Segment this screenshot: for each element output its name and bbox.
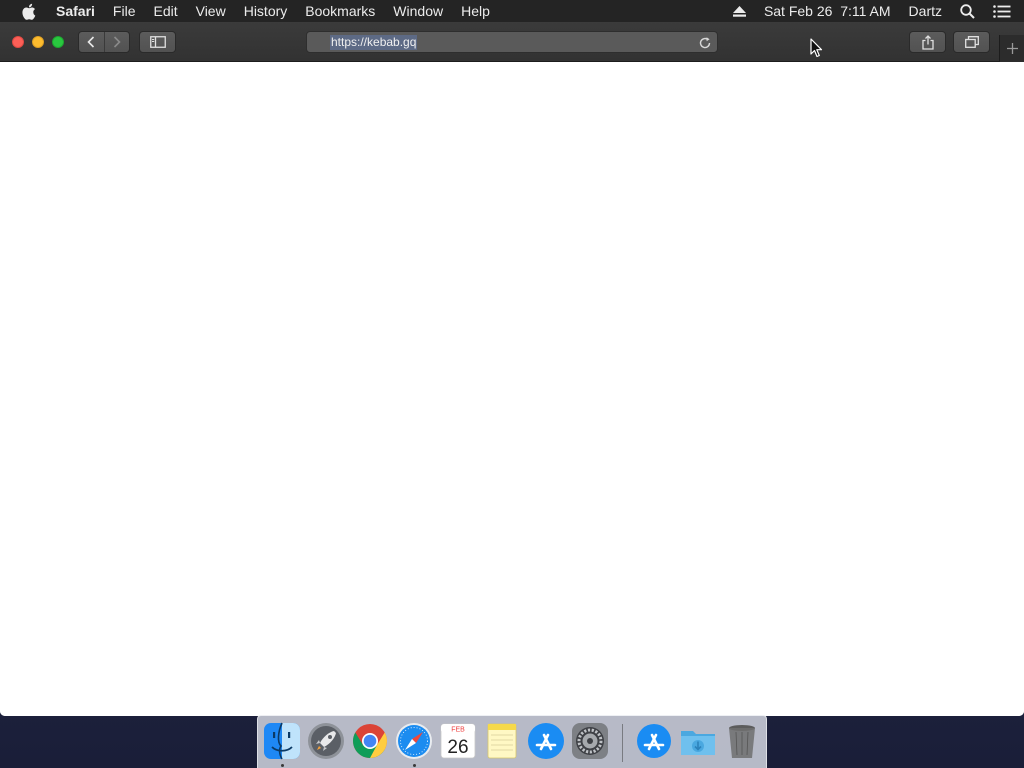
menu-app-name[interactable]: Safari [56, 0, 104, 22]
finder-icon[interactable] [263, 722, 301, 760]
search-icon[interactable] [951, 0, 984, 22]
calendar-month: FEB [451, 727, 465, 734]
downloads-folder-icon[interactable] [679, 722, 717, 760]
menu-window[interactable]: Window [384, 0, 452, 22]
chrome-icon[interactable] [351, 722, 389, 760]
list-icon[interactable] [984, 0, 1024, 22]
share-button[interactable] [909, 31, 946, 53]
trash-icon[interactable] [723, 722, 761, 760]
minimize-window-button[interactable] [32, 36, 44, 48]
browser-toolbar: https://kebab.gq [0, 22, 1024, 62]
mouse-cursor-icon [810, 38, 823, 58]
dock-separator [622, 724, 623, 762]
dock: FEB 26 [257, 715, 767, 768]
forward-button[interactable] [105, 32, 130, 52]
launchpad-icon[interactable] [307, 722, 345, 760]
menu-user[interactable]: Dartz [900, 0, 951, 22]
address-bar[interactable]: https://kebab.gq [306, 31, 718, 53]
maximize-window-button[interactable] [52, 36, 64, 48]
web-content-area[interactable] [0, 62, 1024, 716]
menu-edit[interactable]: Edit [144, 0, 186, 22]
calendar-icon[interactable]: FEB 26 [439, 722, 477, 760]
menu-help[interactable]: Help [452, 0, 499, 22]
safari-window: https://kebab.gq [0, 22, 1024, 716]
url-input[interactable]: https://kebab.gq [330, 35, 418, 50]
app-store-icon[interactable] [527, 722, 565, 760]
share-icon [921, 34, 934, 50]
apple-menu-icon[interactable] [0, 0, 56, 22]
back-button[interactable] [79, 32, 104, 52]
calendar-day: 26 [447, 737, 468, 758]
safari-running-indicator [413, 764, 416, 767]
menu-view[interactable]: View [187, 0, 235, 22]
menu-file[interactable]: File [104, 0, 145, 22]
close-window-button[interactable] [12, 36, 24, 48]
safari-icon[interactable] [395, 722, 433, 760]
finder-running-indicator [281, 764, 284, 767]
chevron-left-icon [87, 36, 95, 48]
menu-history[interactable]: History [235, 0, 297, 22]
applications-folder-icon[interactable] [635, 722, 673, 760]
chevron-right-icon [113, 36, 121, 48]
plus-icon [1006, 43, 1018, 54]
new-tab-button[interactable] [999, 35, 1024, 62]
show-all-tabs-button[interactable] [953, 31, 990, 53]
nav-buttons [78, 31, 130, 53]
system-preferences-icon[interactable] [571, 722, 609, 760]
reload-icon[interactable] [698, 36, 712, 50]
menu-bar: Safari File Edit View History Bookmarks … [0, 0, 1024, 22]
sidebar-icon [149, 36, 166, 48]
menu-clock[interactable]: Sat Feb 26 7:11 AM [755, 0, 900, 22]
tabs-icon [964, 36, 979, 48]
notes-icon[interactable] [483, 722, 521, 760]
menu-bookmarks[interactable]: Bookmarks [296, 0, 384, 22]
sidebar-toggle-button[interactable] [139, 31, 176, 53]
eject-icon[interactable] [724, 0, 755, 22]
